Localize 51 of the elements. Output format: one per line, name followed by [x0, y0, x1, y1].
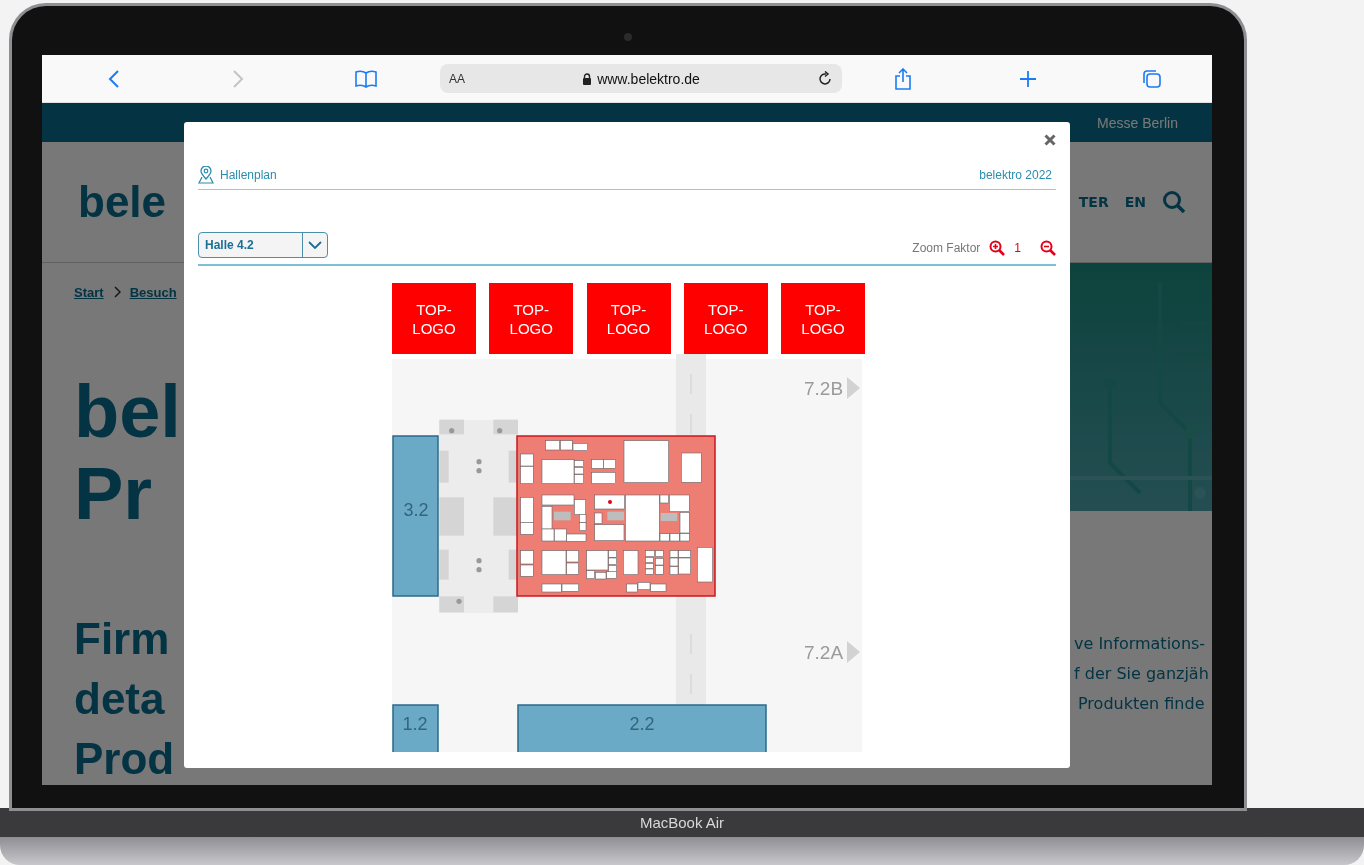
address-bar[interactable]: AA www.belektro.de	[440, 64, 842, 93]
close-icon[interactable]	[1044, 134, 1056, 146]
logo-banner: TOP-LOGO	[392, 283, 476, 354]
tabs-icon[interactable]	[1142, 68, 1162, 89]
modal-title: Hallenplan	[220, 168, 277, 182]
subheadline-text: Firm	[74, 613, 171, 665]
hall-block[interactable]	[392, 704, 439, 752]
hall-direction-label: 7.2A	[804, 642, 844, 663]
camera-icon	[624, 33, 632, 41]
arrow-icon	[847, 377, 860, 399]
url-text: www.belektro.de	[597, 70, 700, 87]
plus-icon[interactable]	[1019, 69, 1037, 88]
subheadline-text: deta	[74, 673, 166, 725]
device-label: MacBook Air	[639, 814, 725, 831]
intro-text: Produkten finde	[1077, 693, 1206, 715]
logo-banner: TOP-LOGO	[683, 283, 768, 354]
site-logo[interactable]: bele	[78, 177, 167, 227]
map-pin-icon	[198, 166, 214, 184]
arrow-icon	[847, 641, 860, 663]
breadcrumb-link[interactable]: Besuch	[129, 284, 177, 300]
back-icon[interactable]	[108, 68, 120, 89]
headline-text: Pr	[74, 453, 154, 535]
breadcrumb-link[interactable]: Start	[74, 284, 104, 300]
zoom-in-icon[interactable]	[989, 240, 1006, 256]
intro-text: ve Informations-	[1074, 633, 1207, 655]
headline-text: bel	[74, 371, 182, 453]
brand-text[interactable]: Messe Berlin	[1097, 114, 1178, 131]
event-label: belektro 2022	[979, 168, 1053, 182]
nav-link[interactable]: TER	[1078, 194, 1109, 210]
subheadline-text: Prod	[74, 733, 176, 785]
logo-banner: TOP-LOGO	[781, 283, 865, 354]
book-icon[interactable]	[354, 69, 378, 88]
hall-label: 2.2	[629, 714, 655, 734]
chevron-icon	[112, 286, 121, 298]
nav-link[interactable]: EN	[1124, 194, 1146, 210]
hall-label: 1.2	[402, 714, 428, 734]
hall-label: 3.2	[403, 500, 429, 520]
search-icon[interactable]	[1162, 190, 1186, 214]
text-size-button[interactable]: AA	[449, 71, 465, 86]
reload-icon[interactable]	[817, 70, 833, 87]
chevron-down-icon	[308, 241, 322, 249]
logo-banner: TOP-LOGO	[489, 283, 574, 354]
hall-direction-label: 7.2B	[804, 378, 844, 399]
hall-dropdown[interactable]: Halle 4.2	[198, 232, 328, 258]
zoom-value: 1	[1014, 241, 1021, 255]
zoom-out-icon[interactable]	[1040, 240, 1056, 256]
share-icon[interactable]	[894, 67, 912, 90]
lock-icon	[582, 72, 593, 85]
zoom-label: Zoom Faktor	[912, 241, 981, 255]
intro-text: f der Sie ganzjäh	[1074, 663, 1210, 685]
logo-banner: TOP-LOGO	[586, 283, 671, 354]
